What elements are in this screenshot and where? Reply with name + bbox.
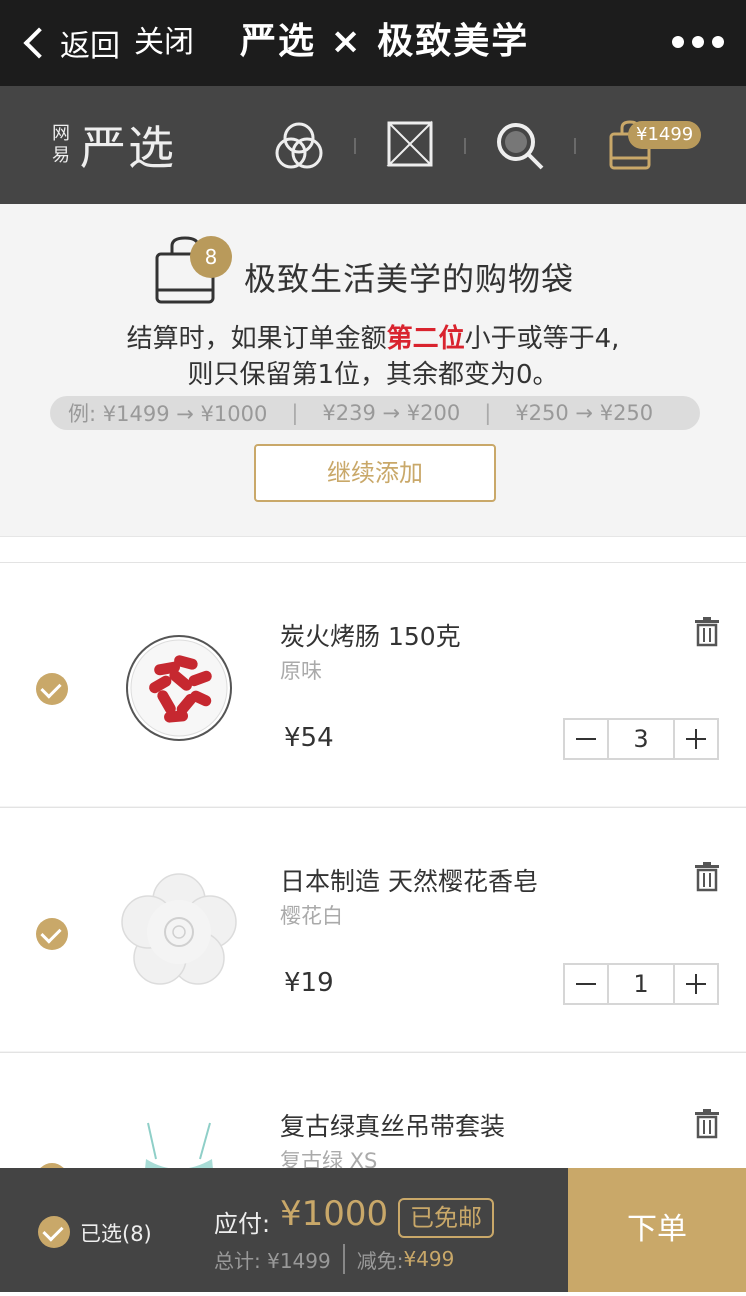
example-1: 例: ¥1499 → ¥1000	[68, 402, 268, 426]
category-circles-icon[interactable]	[272, 120, 326, 174]
total-divider	[342, 1244, 345, 1274]
nav-divider	[354, 138, 356, 154]
search-icon[interactable]	[494, 120, 546, 172]
payable-amount: ¥1000	[280, 1194, 389, 1234]
promo-title: 极致生活美学的购物袋	[244, 260, 575, 298]
item-price: ¥19	[284, 968, 334, 998]
increase-button[interactable]	[675, 965, 717, 1003]
item-name[interactable]: 炭火烤肠 150克	[280, 617, 461, 653]
close-button[interactable]: 关闭	[134, 22, 194, 64]
section-divider	[0, 536, 746, 562]
brand-nav: 网 易 严选 ¥1499	[0, 86, 746, 204]
trash-icon[interactable]	[694, 1109, 720, 1139]
example-bar: 例: ¥1499 → ¥1000 | ¥239 → ¥200 | ¥250 → …	[50, 396, 700, 430]
example-2: ¥239 → ¥200	[322, 401, 461, 425]
item-name[interactable]: 复古绿真丝吊带套装	[280, 1107, 505, 1143]
select-all-checkbox[interactable]	[38, 1216, 70, 1248]
promo-rule-prefix: 结算时，如果订单金额	[126, 324, 387, 354]
nav-divider	[464, 138, 466, 154]
yanxuan-logo[interactable]: 网 易 严选	[52, 116, 176, 175]
bag-count-badge: 8	[190, 236, 232, 278]
sausage-plate-image	[126, 635, 232, 741]
wechat-topbar: 返回 关闭 严选 × 极致美学	[0, 0, 746, 86]
sakura-soap-image	[121, 873, 237, 985]
logo-small-1: 网	[52, 123, 70, 144]
place-order-button[interactable]: 下单	[568, 1168, 746, 1292]
frame-icon[interactable]	[386, 120, 434, 168]
example-divider: |	[291, 401, 299, 425]
cart-item: 日本制造 天然樱花香皂 樱花白 ¥19 1	[0, 807, 746, 1051]
cart-item: 炭火烤肠 150克 原味 ¥54 3	[0, 562, 746, 806]
example-3: ¥250 → ¥250	[515, 401, 654, 425]
cart-amount-badge: ¥1499	[628, 121, 702, 149]
logo-big: 严选	[80, 121, 176, 175]
decrease-button[interactable]	[565, 965, 607, 1003]
quantity-stepper: 3	[563, 718, 719, 760]
quantity-value[interactable]: 3	[607, 720, 675, 758]
payable-label: 应付:	[214, 1210, 271, 1238]
item-checkbox[interactable]	[36, 918, 68, 950]
checkout-bar: 已选(8) 应付: ¥1000 已免邮 总计: ¥1499 减免: ¥499 下…	[0, 1168, 746, 1292]
discount-amount: ¥499	[403, 1247, 455, 1271]
example-divider: |	[484, 401, 492, 425]
promo-panel: 8 极致生活美学的购物袋 结算时，如果订单金额第二位小于或等于4, 则只保留第1…	[0, 204, 746, 536]
promo-rule-highlight: 第二位	[386, 324, 465, 354]
promo-rule-line2: 则只保留第1位，其余都变为0。	[187, 360, 559, 390]
quantity-stepper: 1	[563, 963, 719, 1005]
item-price: ¥54	[284, 723, 334, 753]
item-name[interactable]: 日本制造 天然樱花香皂	[280, 862, 538, 898]
discount-label: 减免:	[356, 1248, 404, 1273]
total-amount: 总计: ¥1499	[214, 1248, 331, 1273]
more-menu-icon[interactable]	[672, 36, 724, 48]
item-checkbox[interactable]	[36, 673, 68, 705]
item-spec: 樱花白	[280, 904, 343, 928]
selected-count[interactable]: 已选(8)	[80, 1218, 152, 1248]
quantity-value[interactable]: 1	[607, 965, 675, 1003]
chevron-left-icon	[23, 27, 55, 59]
page-title: 严选 × 极致美学	[240, 21, 530, 62]
back-button[interactable]: 返回	[18, 22, 120, 64]
back-label: 返回	[60, 29, 120, 64]
nav-divider	[574, 138, 576, 154]
promo-rule-line1: 结算时，如果订单金额第二位小于或等于4,	[0, 318, 746, 355]
logo-small-2: 易	[52, 145, 70, 166]
trash-icon[interactable]	[694, 617, 720, 647]
increase-button[interactable]	[675, 720, 717, 758]
continue-adding-button[interactable]: 继续添加	[254, 444, 496, 502]
decrease-button[interactable]	[565, 720, 607, 758]
item-spec: 原味	[280, 659, 322, 683]
total-line: 总计: ¥1499 减免: ¥499	[214, 1244, 454, 1274]
free-shipping-badge: 已免邮	[398, 1198, 494, 1238]
trash-icon[interactable]	[694, 862, 720, 892]
promo-rule-suffix: 小于或等于4,	[464, 324, 620, 354]
